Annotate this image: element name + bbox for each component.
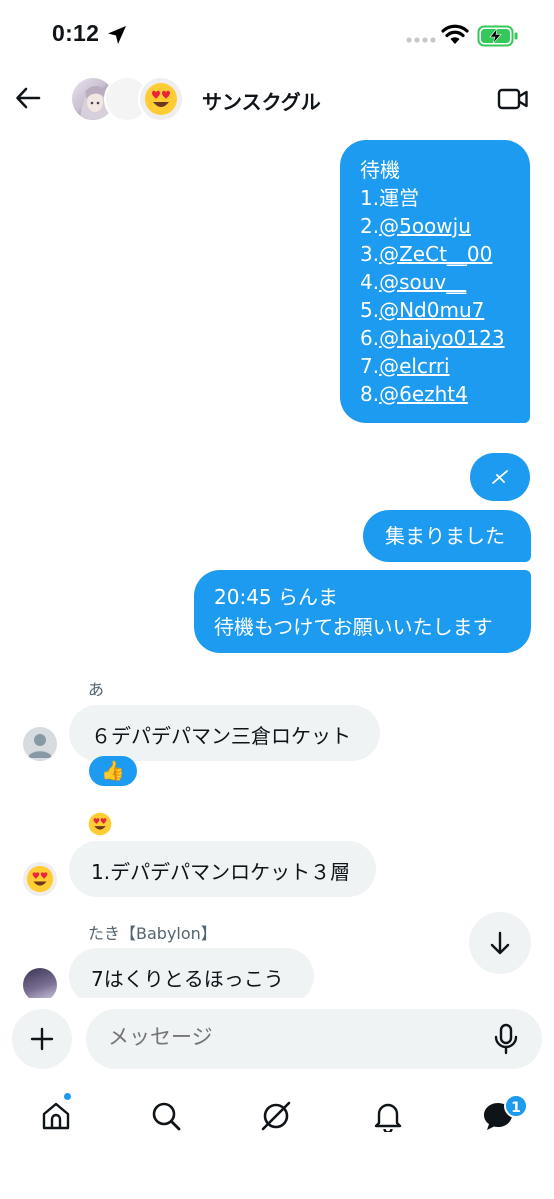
default-profile-icon (28, 734, 52, 758)
arrow-down-icon (490, 931, 510, 955)
message-field[interactable] (86, 1009, 542, 1069)
mention-link[interactable]: @6ezht4 (379, 382, 468, 406)
status-bar: 0:12 (0, 0, 554, 70)
bell-icon (374, 1103, 402, 1132)
sender-avatar[interactable] (23, 968, 57, 998)
sender-name: たき【Babylon】 (88, 924, 217, 943)
no-symbol-icon (492, 470, 508, 484)
outgoing-message[interactable]: 集まりました (363, 510, 531, 562)
incoming-message[interactable]: ６デパデパマン三倉ロケット (69, 705, 380, 761)
sender-avatar[interactable] (23, 727, 57, 761)
incoming-message[interactable]: 7はくりとるほっこう (69, 948, 314, 998)
mention-link[interactable]: @5oowju (379, 214, 471, 238)
battery-charging-icon (477, 25, 518, 47)
message-composer (0, 998, 554, 1078)
sender-avatar[interactable] (23, 862, 57, 896)
tab-home[interactable] (36, 1096, 76, 1136)
outgoing-message[interactable]: 20:45 らんま 待機もつけてお願いいたします (194, 570, 531, 653)
message-line: 待機もつけてお願いいたします (214, 615, 493, 639)
video-call-icon[interactable] (497, 87, 529, 111)
tab-notifications[interactable] (368, 1096, 408, 1136)
group-avatar-stack[interactable] (70, 76, 190, 122)
message-line: 20:45 らんま (214, 585, 338, 609)
conversation-header: サンスクグル (0, 70, 554, 130)
scroll-to-bottom-button[interactable] (469, 912, 531, 974)
heart-eyes-emoji-icon (26, 865, 54, 893)
mention-link[interactable]: @Nd0mu7 (379, 298, 484, 322)
heart-eyes-emoji-icon (145, 83, 177, 115)
sender-name-emoji (88, 812, 112, 836)
message-line: 待機 (360, 158, 400, 182)
message-line: 4.@souv__ (360, 270, 467, 294)
conversation-title[interactable]: サンスクグル (202, 86, 321, 115)
mention-link[interactable]: @haiyo0123 (379, 326, 504, 350)
message-line: 5.@Nd0mu7 (360, 298, 485, 322)
wifi-icon (441, 24, 469, 44)
home-icon (42, 1102, 70, 1130)
message-list[interactable]: 待機 1.運営 2.@5oowju 3.@ZeCt__00 4.@souv__ … (0, 130, 554, 998)
reaction-badge[interactable]: 👍 (89, 756, 137, 786)
mention-link[interactable]: @ZeCt__00 (379, 242, 492, 266)
tab-grok[interactable] (256, 1096, 296, 1136)
add-attachment-button[interactable] (12, 1009, 72, 1069)
bottom-tab-bar: 1 (0, 1078, 554, 1199)
message-line: 6.@haiyo0123 (360, 326, 505, 350)
location-arrow-icon (108, 26, 126, 44)
message-input[interactable] (108, 1025, 468, 1049)
microphone-icon[interactable] (492, 1023, 520, 1055)
message-line: 2.@5oowju (360, 214, 471, 238)
message-line: 8.@6ezht4 (360, 382, 468, 406)
incoming-message[interactable]: 1.デパデパマンロケット３層 (69, 841, 376, 897)
grok-icon (261, 1101, 291, 1131)
outgoing-icon-message[interactable] (470, 453, 530, 501)
back-arrow-icon[interactable] (14, 84, 42, 112)
member-avatar-emoji (138, 76, 184, 122)
tab-search[interactable] (146, 1096, 186, 1136)
messages-unread-badge: 1 (504, 1094, 528, 1118)
sender-name: あ (88, 680, 105, 699)
status-time: 0:12 (52, 20, 100, 46)
cellular-signal-icon (406, 37, 436, 43)
message-line: 7.@elcrri (360, 354, 450, 378)
message-line: 1.運営 (360, 186, 420, 210)
thumbs-up-icon: 👍 (101, 760, 125, 782)
message-line: 3.@ZeCt__00 (360, 242, 493, 266)
mention-link[interactable]: @souv__ (379, 270, 466, 294)
search-icon (152, 1102, 181, 1131)
plus-icon (30, 1027, 54, 1051)
outgoing-message-list[interactable]: 待機 1.運営 2.@5oowju 3.@ZeCt__00 4.@souv__ … (340, 140, 530, 423)
mention-link[interactable]: @elcrri (379, 354, 450, 378)
home-notification-dot (63, 1092, 72, 1101)
